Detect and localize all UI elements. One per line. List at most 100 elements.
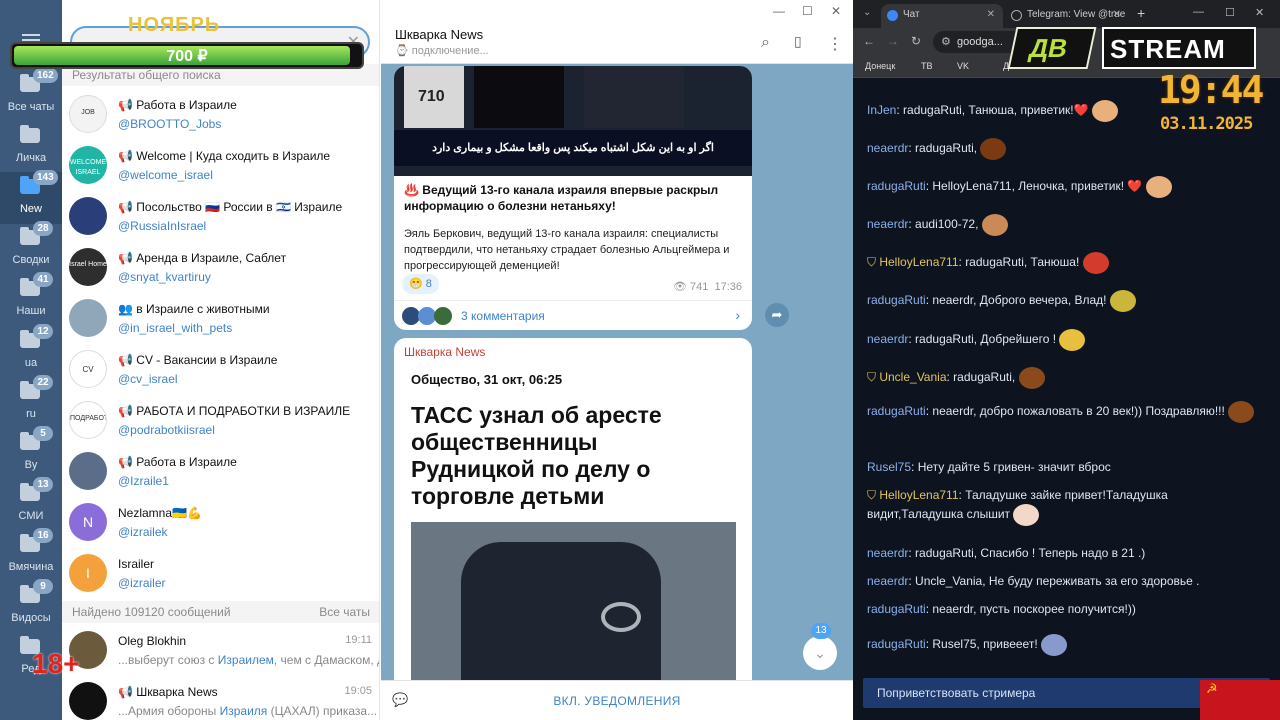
chat-username[interactable]: radugaRuti (867, 179, 926, 193)
studio-screen: 710 (404, 66, 464, 128)
search-result-row[interactable]: WELCOME ISRAEL 📢 Welcome | Куда сходить в… (62, 139, 379, 190)
bookmark-1[interactable]: ТВ (921, 61, 933, 71)
folder-6[interactable]: 22 ru (0, 375, 62, 429)
chat-username[interactable]: HelloyLena711 (879, 488, 958, 502)
forward-icon[interactable]: ➦ (765, 303, 789, 327)
avatar: Israel Home (69, 248, 107, 286)
close-tab-icon[interactable]: ✕ (1113, 4, 1121, 26)
new-tab-button[interactable]: + (1137, 5, 1145, 21)
article-photo[interactable] (411, 522, 736, 698)
chat-username[interactable]: radugaRuti (867, 637, 926, 651)
avatar: N (69, 503, 107, 541)
chat-username[interactable]: neaerdr (867, 332, 908, 346)
forward-nav-icon[interactable]: → (887, 34, 899, 48)
found-count: Найдено 109120 сообщений (72, 605, 231, 619)
folder-8[interactable]: 13 СМИ (0, 477, 62, 531)
close-browser[interactable]: ✕ (1255, 6, 1264, 19)
tab-chat-label: Чат (903, 9, 920, 20)
bookmark-0[interactable]: Донецк (865, 61, 895, 71)
folder-5[interactable]: 12 ua (0, 324, 62, 378)
message-result-row[interactable]: Oleg Blokhin 19:11 ...выберут союз с Израи… (62, 624, 379, 675)
tab-telegram[interactable]: Telegram: View @true ✕ (1005, 4, 1129, 28)
search-result-row[interactable]: CV 📢 CV - Вакансии в Израиле @cv_israel (62, 343, 379, 394)
chevron-right-icon[interactable]: › (735, 307, 740, 323)
search-result-row[interactable]: N Nezlamna🇺🇦💪 @izrailek (62, 496, 379, 547)
search-result-row[interactable]: I Israiler @izrailer (62, 547, 379, 598)
folder-7[interactable]: 5 By (0, 426, 62, 480)
chat-text: Нету дайте 5 гривен- значит вброс (917, 460, 1111, 474)
chat-title[interactable]: Шкварка News (395, 27, 483, 42)
post-meta: 👁 741 17:36 (673, 280, 742, 293)
comments-bar[interactable]: 3 комментария › (394, 300, 752, 330)
video-caption: اگر او به این شکل اشتباه میکند پس واقعا … (394, 130, 752, 166)
chat-username[interactable]: radugaRuti (867, 293, 926, 307)
avatar (69, 682, 107, 720)
chat-username[interactable]: Uncle_Vania (879, 370, 946, 384)
maximize-button[interactable]: ☐ (802, 4, 813, 18)
chat-username[interactable]: neaerdr (867, 574, 908, 588)
search-result-row[interactable]: JOB 📢 Работа в Израиле @BROOTTO_Jobs (62, 88, 379, 139)
scroll-down-button[interactable]: ⌄ 13 (803, 623, 837, 670)
folder-10[interactable]: 9 Видосы (0, 579, 62, 633)
folder-badge: 28 (33, 221, 53, 236)
tab-search-icon[interactable]: ⌄ (863, 7, 871, 18)
more-menu-icon[interactable]: ⋮ (827, 34, 843, 54)
chat-username[interactable]: neaerdr (867, 546, 908, 560)
video-thumbnail[interactable]: 710 اگر او به این شکل اشتباه میکند پس وا… (394, 66, 752, 176)
folder-4[interactable]: 41 Наши (0, 272, 62, 326)
eye-icon: 👁 (672, 281, 687, 293)
chat-username[interactable]: HelloyLena711 (879, 255, 958, 269)
row-snippet: ...Армия обороны Израиля (ЦАХАЛ) приказа… (118, 704, 377, 718)
row-handle: @welcome_israel (118, 168, 213, 182)
close-tab-icon[interactable]: ✕ (987, 4, 995, 26)
folder-badge: 5 (33, 426, 53, 441)
emote-icon (981, 214, 1008, 236)
folder-0[interactable]: 162 Все чаты (0, 68, 62, 122)
search-result-row[interactable]: Israel Home 📢 Аренда в Израиле, Саблет @sn… (62, 241, 379, 292)
reaction-badge[interactable]: 😁 8 (402, 274, 439, 294)
folder-1[interactable]: Личка (0, 121, 62, 173)
minimize-button[interactable]: — (773, 4, 785, 18)
message-result-row[interactable]: 📢 Шкварка News 19:05 ...Армия обороны Изра… (62, 675, 379, 720)
bookmark-2[interactable]: VK (957, 61, 969, 71)
connection-status-text: подключение... (411, 45, 489, 57)
all-chats-filter[interactable]: Все чаты (319, 601, 370, 623)
presenter-figure (474, 66, 564, 128)
address-text: goodga... (957, 36, 1003, 48)
folder-label: Наши (16, 305, 46, 317)
folder-label: ru (26, 408, 36, 420)
search-result-row[interactable]: 📢 Работа в Израиле @Izraile1 (62, 445, 379, 496)
chat-username[interactable]: radugaRuti (867, 404, 926, 418)
search-result-row[interactable]: 👥 в Израиле с животными @in_israel_with_p… (62, 292, 379, 343)
comments-link[interactable]: 3 комментария (461, 309, 545, 323)
emote-icon (1013, 504, 1040, 526)
view-count: 741 (689, 281, 709, 293)
chat-username[interactable]: radugaRuti (867, 602, 926, 616)
chat-username[interactable]: neaerdr (867, 141, 908, 155)
folder-9[interactable]: 16 Вмячина (0, 528, 62, 582)
search-icon[interactable]: ⌕ (761, 34, 770, 52)
emote-icon (1109, 290, 1136, 312)
site-info-icon[interactable]: ⚙ (941, 31, 951, 53)
notifications-button[interactable]: ВКЛ. УВЕДОМЛЕНИЯ (381, 694, 853, 708)
minimize-browser[interactable]: — (1193, 6, 1204, 18)
maximize-browser[interactable]: ☐ (1225, 6, 1235, 19)
search-result-row[interactable]: 📢 Посольство 🇷🇺 России в 🇮🇱 Израиле @Russ… (62, 190, 379, 241)
red-flag-image: ☭ (1200, 680, 1280, 720)
avatar (69, 299, 107, 337)
folder-3[interactable]: 28 Сводки (0, 221, 62, 275)
post-author[interactable]: Шкварка News (404, 345, 485, 359)
chat-username[interactable]: InJen (867, 103, 896, 117)
close-button[interactable]: ✕ (831, 4, 841, 18)
search-result-row[interactable]: ПОДРАБОТКИ 📢 РАБОТА И ПОДРАБОТКИ В ИЗРАИЛ… (62, 394, 379, 445)
sidebar-toggle-icon[interactable]: ▯ (794, 33, 802, 50)
reload-icon[interactable]: ↻ (911, 34, 921, 48)
chat-username[interactable]: Rusel75 (867, 460, 911, 474)
unread-badge: 13 (811, 623, 831, 639)
tab-chat[interactable]: Чат ✕ (881, 4, 1003, 28)
avatar: WELCOME ISRAEL (69, 146, 107, 184)
article-headline: ТАСС узнал об аресте общественницы Рудни… (411, 402, 662, 509)
folder-2[interactable]: 143 New (0, 170, 62, 224)
back-icon[interactable]: ← (863, 34, 875, 48)
chat-username[interactable]: neaerdr (867, 217, 908, 231)
